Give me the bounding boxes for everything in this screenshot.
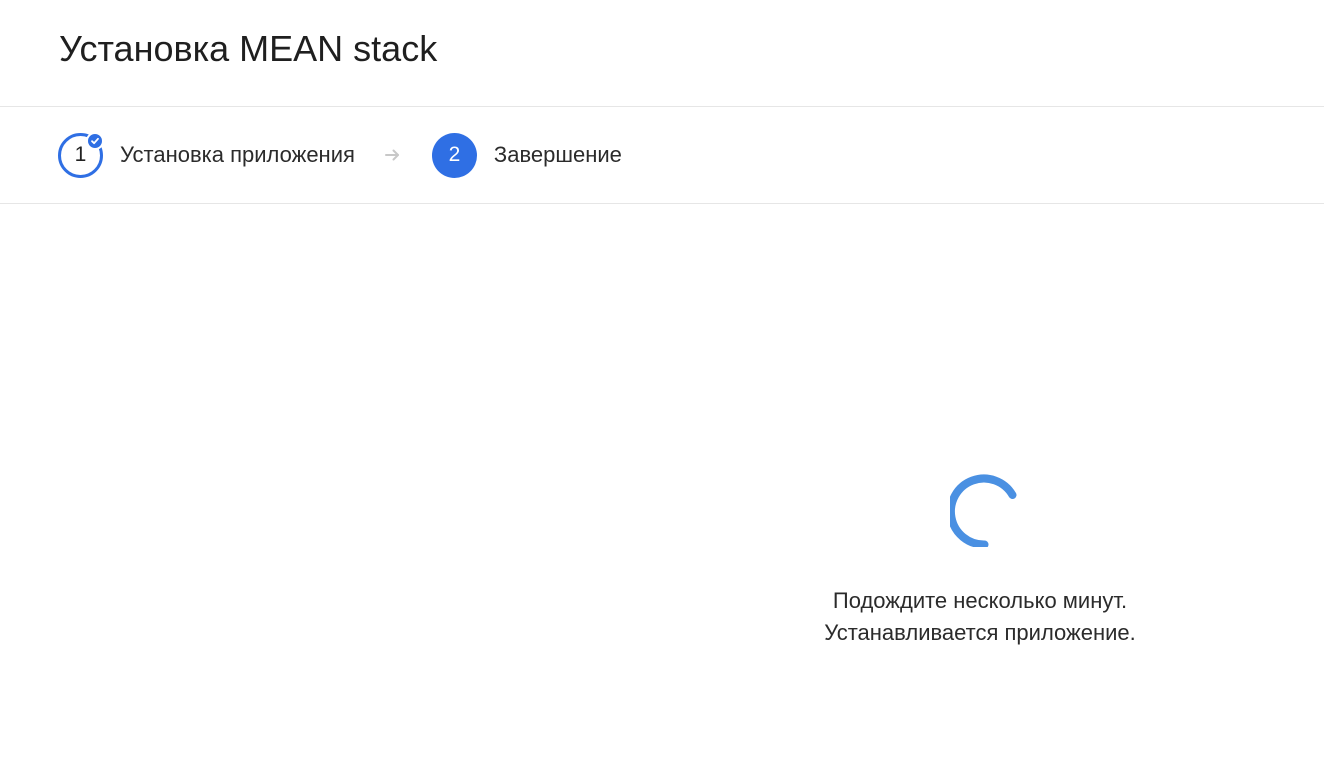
stepper: 1 Установка приложения 2 Завершение <box>0 107 1324 204</box>
step-2-number: 2 <box>448 143 461 166</box>
step-2-circle: 2 <box>431 132 477 178</box>
page-header: Установка MEAN stack <box>0 0 1324 107</box>
status-message: Подождите несколько минут. Устанавливает… <box>780 585 1180 649</box>
status-line-2: Устанавливается приложение. <box>824 620 1136 645</box>
status-line-1: Подождите несколько минут. <box>832 588 1128 613</box>
spinner-icon <box>950 474 1017 547</box>
check-icon <box>86 131 104 150</box>
loading-status: Подождите несколько минут. Устанавливает… <box>780 471 1180 649</box>
step-1-number: 1 <box>74 143 87 166</box>
arrow-right-icon <box>384 148 401 162</box>
step-1-label: Установка приложения <box>120 142 355 167</box>
main-content: Подождите несколько минут. Устанавливает… <box>0 204 1324 759</box>
step-install-app: 1 Установка приложения <box>58 131 355 178</box>
step-1-circle: 1 <box>58 131 104 178</box>
page-title: Установка MEAN stack <box>59 28 438 69</box>
step-finish: 2 Завершение <box>431 132 622 178</box>
step-2-label: Завершение <box>493 142 622 167</box>
